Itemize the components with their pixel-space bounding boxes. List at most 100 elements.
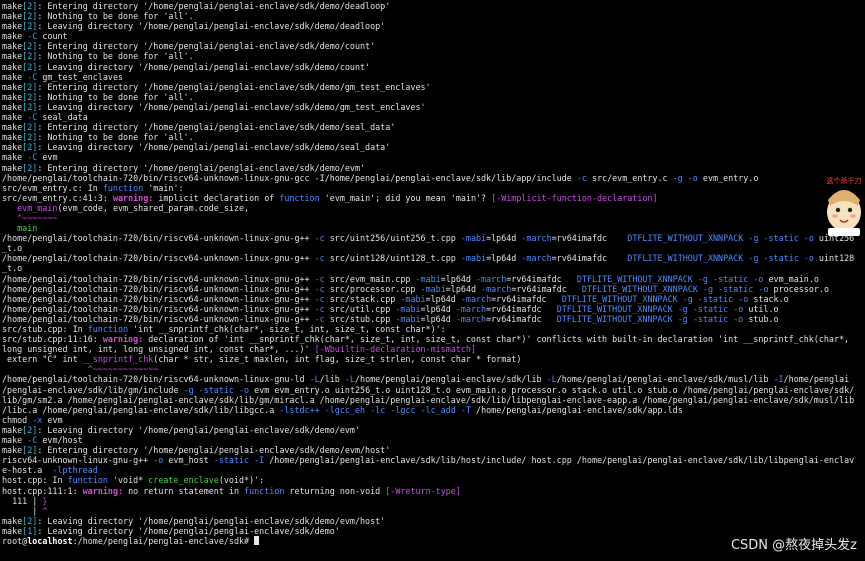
terminal-text-segment: warning: xyxy=(112,192,154,203)
terminal-line: make[2]: Leaving directory '/home/pengla… xyxy=(2,516,865,526)
terminal-text-segment: -o xyxy=(153,455,164,466)
terminal-text-segment: ^ xyxy=(42,505,48,516)
terminal-line: main xyxy=(2,223,865,233)
terminal-line: ^~~~~~~~ xyxy=(2,213,865,223)
terminal-cursor xyxy=(254,535,260,545)
cartoon-sticker-icon: 这个杀千刀 xyxy=(822,176,865,240)
terminal-line: make[2]: Leaving directory '/home/pengla… xyxy=(2,62,865,72)
terminal-text-segment: -static xyxy=(713,273,749,284)
terminal-text-segment: -mabi xyxy=(395,303,421,314)
terminal-line: /libc.a /home/penglai/penglai-enclave/sd… xyxy=(2,405,865,415)
terminal-text-segment: -g xyxy=(183,384,194,395)
terminal-text-segment: DTFLITE_WITHOUT_XNNPACK xyxy=(556,313,673,324)
terminal-text-segment: -g xyxy=(697,273,708,284)
terminal-text-segment: make xyxy=(2,435,28,446)
terminal-line: make[2]: Entering directory '/home/pengl… xyxy=(2,163,865,173)
terminal-line: src/evm_entry.c: In function 'main': xyxy=(2,183,865,193)
terminal-text-segment: host.cpp: In xyxy=(2,475,68,486)
terminal-text-segment: -c xyxy=(314,253,325,264)
terminal-text-segment: ^~~~~~~~ xyxy=(17,212,58,223)
terminal-text-segment: : Leaving directory '/home/penglai/pengl… xyxy=(37,424,361,435)
terminal-text-segment: src/evm_entry.c:41:3: xyxy=(2,192,113,203)
terminal-text-segment: localhost xyxy=(27,535,73,546)
terminal-text-segment: -I xyxy=(254,455,265,466)
terminal-text-segment: : Leaving directory '/home/penglai/pengl… xyxy=(37,101,426,112)
terminal-line: /home/penglai/toolchain-720/bin/riscv64-… xyxy=(2,233,865,243)
terminal-text-segment: -T xyxy=(460,404,471,415)
terminal-text-segment: -c xyxy=(314,283,325,294)
terminal-text-segment: __snprintf_chk xyxy=(82,354,154,365)
terminal-text-segment: -static xyxy=(692,313,729,324)
terminal-text-segment: make xyxy=(2,31,28,42)
terminal-text-segment: -static xyxy=(692,303,729,314)
terminal-text-segment: : Leaving directory '/home/penglai/pengl… xyxy=(37,515,386,526)
terminal-text-segment: [2] xyxy=(22,91,38,102)
terminal-line: lib/gm/sm2.a /home/penglai/penglai-encla… xyxy=(2,395,865,405)
terminal-text-segment: uint128 xyxy=(813,253,855,264)
terminal-text-segment: make xyxy=(2,11,23,22)
terminal-text-segment: -mabi xyxy=(395,313,421,324)
terminal-text-segment: -mabi xyxy=(400,293,426,304)
terminal-text-segment: -o xyxy=(803,233,814,244)
terminal-line: | ^ xyxy=(2,506,865,516)
terminal-text-segment: main xyxy=(17,223,38,234)
terminal-text-segment: [2] xyxy=(22,61,38,72)
terminal-line: make[2]: Nothing to be done for 'all'. xyxy=(2,92,865,102)
terminal-text-segment: -march xyxy=(481,283,512,294)
terminal-text-segment: long unsigned int, int, long unsigned in… xyxy=(2,344,315,355)
terminal-text-segment: no return statement in xyxy=(123,485,245,496)
terminal-text-segment: host.cpp:111:1: xyxy=(2,485,83,496)
terminal-text-segment: [2] xyxy=(22,424,38,435)
terminal-line: extern "C" int __snprintf_chk(char * str… xyxy=(2,354,865,364)
terminal-text-segment: src/util.cpp xyxy=(324,303,396,314)
terminal-text-segment: =lp64d xyxy=(440,273,476,284)
terminal-text-segment: [2] xyxy=(22,515,38,526)
terminal-text-segment: =rv64imafdc xyxy=(506,273,577,284)
terminal-text-segment: [-Wbuiltin-declaration-mismatch] xyxy=(314,344,476,355)
terminal-text-segment: src/evm_entry.c: In xyxy=(2,182,103,193)
terminal-text-segment: warning: xyxy=(102,334,144,345)
terminal-text-segment: : Entering directory '/home/penglai/peng… xyxy=(37,41,376,52)
terminal-text-segment: /home/penglai/toolchain-720/bin/riscv64-… xyxy=(2,293,315,304)
terminal-text-segment: lib/gm/sm2.a /home/penglai/penglai-encla… xyxy=(2,394,855,405)
terminal-text-segment: -c xyxy=(314,313,325,324)
terminal-text-segment: 'evm_main'; did you mean 'main'? xyxy=(319,192,492,203)
terminal-text-segment: -lc_add xyxy=(420,404,456,415)
terminal-text-segment: -march xyxy=(455,313,487,324)
terminal-text-segment: [2] xyxy=(22,41,38,52)
terminal-text-segment: make xyxy=(2,51,23,62)
terminal-text-segment: evm xyxy=(42,414,63,425)
terminal-text-segment: /lib xyxy=(319,374,345,385)
terminal-text-segment: create_enclave xyxy=(148,475,219,486)
terminal-text-segment: [2] xyxy=(22,101,38,112)
terminal-text-segment: /home/penglai/toolchain-720/bin/riscv64-… xyxy=(2,303,315,314)
terminal-text-segment: -o xyxy=(733,313,744,324)
terminal-text-segment: : Leaving directory '/home/penglai/pengl… xyxy=(37,21,386,32)
terminal-text-segment: make xyxy=(2,142,23,153)
terminal-text-segment: : Nothing to be done for 'all'. xyxy=(37,91,194,102)
terminal-line: ^~~~~~~~~~~~~~ xyxy=(2,364,865,374)
terminal-text-segment: (void*)': xyxy=(218,475,265,486)
terminal-text-segment: =lp64d xyxy=(420,303,456,314)
terminal-line: make[2]: Nothing to be done for 'all'. xyxy=(2,11,865,21)
terminal-text-segment: /home/penglai/toolchain-720/bin/riscv64-… xyxy=(2,374,310,385)
terminal-text-segment: : Entering directory '/home/penglai/peng… xyxy=(37,1,391,11)
terminal-text-segment: =lp64d xyxy=(486,233,522,244)
terminal-text-segment: : Entering directory '/home/penglai/peng… xyxy=(37,162,366,173)
terminal-line: /home/penglai/toolchain-720/bin/riscv64-… xyxy=(2,314,865,324)
terminal-output[interactable]: make[2]: Entering directory '/home/pengl… xyxy=(0,0,865,561)
terminal-line: long unsigned int, int, long unsigned in… xyxy=(2,344,865,354)
terminal-text-segment: -c xyxy=(314,303,325,314)
terminal-line: /home/penglai/toolchain-720/bin/riscv64-… xyxy=(2,173,865,183)
terminal-text-segment: -C xyxy=(27,71,38,82)
terminal-line: host.cpp: In function 'void* create_encl… xyxy=(2,475,865,485)
terminal-text-segment: make xyxy=(2,71,28,82)
terminal-text-segment: : Entering directory '/home/penglai/peng… xyxy=(37,81,431,92)
terminal-line: evm_main(evm_code, evm_shared_param.code… xyxy=(2,203,865,213)
terminal-text-segment: | xyxy=(2,505,43,516)
terminal-text-segment: -L xyxy=(546,374,557,385)
terminal-text-segment: -march xyxy=(455,303,487,314)
